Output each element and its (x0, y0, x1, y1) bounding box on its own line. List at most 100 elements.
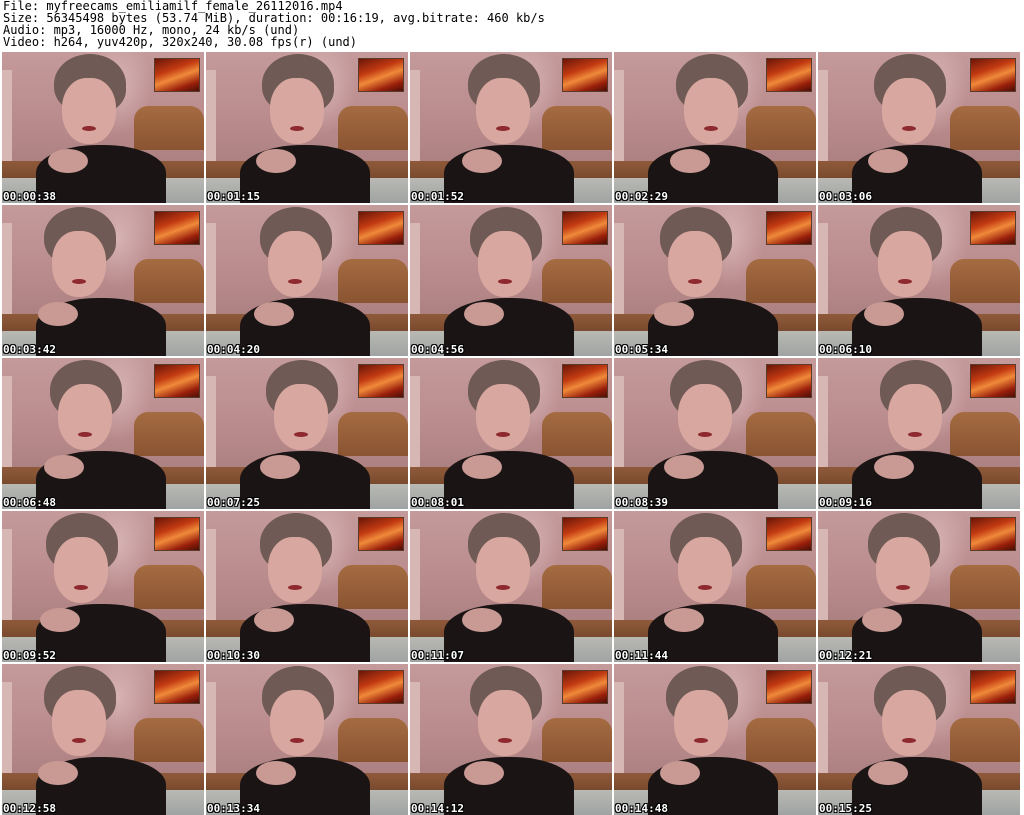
video-thumbnail: 00:15:25 (818, 664, 1020, 815)
bed-headboard (338, 106, 408, 150)
wall-poster (358, 670, 404, 704)
video-thumbnail: 00:03:06 (818, 52, 1020, 203)
bed-headboard (746, 718, 816, 762)
person-shoulder (256, 149, 296, 173)
person-face (878, 231, 932, 297)
person-face (270, 690, 324, 756)
person-shoulder (868, 761, 908, 785)
person-lips (498, 738, 512, 743)
bed-headboard (950, 106, 1020, 150)
thumbnail-timestamp: 00:05:34 (615, 343, 668, 356)
bed-headboard (134, 106, 204, 150)
thumbnail-timestamp: 00:14:12 (411, 802, 464, 815)
person-shoulder (462, 149, 502, 173)
person-shoulder (38, 761, 78, 785)
person-shoulder (862, 608, 902, 632)
video-thumbnail: 00:07:25 (206, 358, 408, 509)
person-face (52, 231, 106, 297)
person-lips (288, 279, 302, 284)
video-thumbnail: 00:12:58 (2, 664, 204, 815)
person-lips (496, 432, 510, 437)
person-shoulder (664, 455, 704, 479)
thumbnail-timestamp: 00:00:38 (3, 190, 56, 203)
person-shoulder (868, 149, 908, 173)
thumbnail-timestamp: 00:01:15 (207, 190, 260, 203)
video-thumbnail: 00:00:38 (2, 52, 204, 203)
person-shoulder (256, 761, 296, 785)
video-thumbnail: 00:08:01 (410, 358, 612, 509)
person-face (478, 231, 532, 297)
thumbnail-timestamp: 00:14:48 (615, 802, 668, 815)
person-face (678, 537, 732, 603)
video-thumbnail: 00:14:12 (410, 664, 612, 815)
wall-poster (970, 670, 1016, 704)
wall-poster (766, 670, 812, 704)
thumbnail-grid: 00:00:38 00:01:15 00:01:52 00:02:29 00:03:06… (2, 52, 1024, 815)
person-shoulder (462, 455, 502, 479)
person-face (882, 78, 936, 144)
video-thumbnail: 00:01:52 (410, 52, 612, 203)
person-face (62, 78, 116, 144)
person-face (668, 231, 722, 297)
bed-headboard (950, 259, 1020, 303)
wall-poster (154, 58, 200, 92)
person-face (268, 537, 322, 603)
bed-headboard (338, 718, 408, 762)
person-shoulder (664, 608, 704, 632)
bed-headboard (950, 718, 1020, 762)
wall-poster (358, 58, 404, 92)
thumbnail-timestamp: 00:09:52 (3, 649, 56, 662)
wall-poster (562, 517, 608, 551)
thumbnail-timestamp: 00:03:42 (3, 343, 56, 356)
video-thumbnail: 00:04:56 (410, 205, 612, 356)
thumbnail-timestamp: 00:07:25 (207, 496, 260, 509)
bed-headboard (542, 565, 612, 609)
thumbnail-timestamp: 00:02:29 (615, 190, 668, 203)
person-face (876, 537, 930, 603)
person-shoulder (462, 608, 502, 632)
video-thumbnail: 00:03:42 (2, 205, 204, 356)
person-lips (694, 738, 708, 743)
thumbnail-timestamp: 00:12:58 (3, 802, 56, 815)
person-lips (82, 126, 96, 131)
person-face (270, 78, 324, 144)
person-shoulder (44, 455, 84, 479)
wall-poster (562, 364, 608, 398)
person-face (476, 537, 530, 603)
thumbnail-timestamp: 00:08:39 (615, 496, 668, 509)
bed-headboard (542, 718, 612, 762)
bed-headboard (950, 565, 1020, 609)
wall-poster (766, 211, 812, 245)
person-shoulder (660, 761, 700, 785)
thumbnail-timestamp: 00:06:48 (3, 496, 56, 509)
person-lips (688, 279, 702, 284)
person-face (674, 690, 728, 756)
video-thumbnail: 00:02:29 (614, 52, 816, 203)
thumbnail-timestamp: 00:11:44 (615, 649, 668, 662)
wall-poster (154, 670, 200, 704)
person-face (882, 690, 936, 756)
wall-poster (154, 211, 200, 245)
person-lips (902, 738, 916, 743)
video-thumbnail: 00:08:39 (614, 358, 816, 509)
wall-poster (358, 211, 404, 245)
thumbnail-timestamp: 00:13:34 (207, 802, 260, 815)
person-face (476, 384, 530, 450)
video-thumbnail: 00:09:52 (2, 511, 204, 662)
person-face (54, 537, 108, 603)
video-thumbnail: 00:05:34 (614, 205, 816, 356)
person-shoulder (254, 302, 294, 326)
bed-headboard (134, 565, 204, 609)
bed-headboard (134, 259, 204, 303)
person-face (52, 690, 106, 756)
person-face (478, 690, 532, 756)
person-lips (698, 585, 712, 590)
thumbnail-timestamp: 00:10:30 (207, 649, 260, 662)
wall-poster (970, 58, 1016, 92)
person-lips (698, 432, 712, 437)
video-thumbnail: 00:11:44 (614, 511, 816, 662)
person-shoulder (864, 302, 904, 326)
wall-poster (562, 58, 608, 92)
bed-headboard (542, 259, 612, 303)
person-shoulder (874, 455, 914, 479)
